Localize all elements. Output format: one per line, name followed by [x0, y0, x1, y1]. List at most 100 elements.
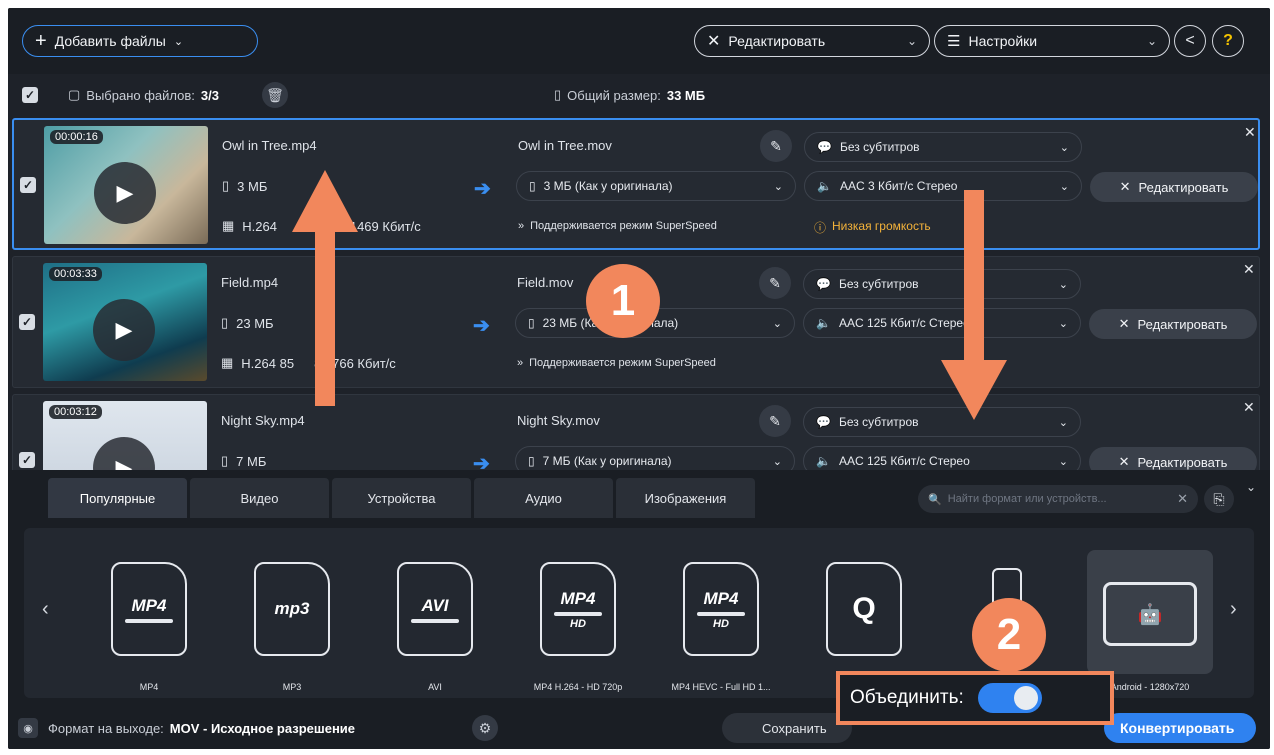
audio-value: AAC 3 Кбит/с Стерео	[839, 179, 958, 193]
add-files-button[interactable]: + Добавить файлы ⌄	[22, 25, 258, 57]
trash-icon: 🗑	[266, 86, 284, 103]
chevron-down-icon: ⌄	[773, 180, 783, 193]
hd-text: HD	[570, 617, 586, 630]
android-icon: 🤖	[1137, 603, 1163, 626]
edit-file-button[interactable]: ✕ Редактировать	[1090, 172, 1258, 202]
speaker-icon: 🔈	[816, 316, 831, 330]
output-settings-button[interactable]: ⚙	[472, 715, 498, 741]
format-mp4-hevc[interactable]: MP4 HD MP4 HEVC - Full HD 1...	[658, 550, 784, 692]
tab-video[interactable]: Видео	[190, 478, 329, 518]
total-size-value: 33 МБ	[666, 87, 706, 103]
tab-images[interactable]: Изображения	[616, 478, 755, 518]
file-icon: ▯	[529, 179, 536, 193]
video-thumbnail[interactable]: 00:03:33 ▶	[43, 263, 207, 381]
clear-icon[interactable]: ✕	[1177, 491, 1188, 507]
format-search-input[interactable]: 🔍 Найти формат или устройств... ✕	[918, 485, 1198, 513]
format-mp4-hd-720[interactable]: MP4 HD MP4 H.264 - HD 720p	[515, 550, 641, 692]
edit-dropdown[interactable]: ✕ Редактировать ⌄	[694, 25, 930, 57]
warning-icon: ⓘ	[814, 221, 827, 235]
total-size-info: ▯ Общий размер: 33 МБ	[554, 87, 705, 103]
video-thumbnail[interactable]: 00:00:16 ▶	[44, 126, 208, 244]
merge-toggle-callout: Объединить:	[836, 671, 1114, 725]
pencil-icon: ✎	[769, 412, 781, 429]
output-file-name: Night Sky.mov	[517, 413, 600, 428]
output-size-dropdown[interactable]: ▯ 3 МБ (Как у оригинала) ⌄	[516, 171, 796, 201]
audio-dropdown[interactable]: 🔈 AAC 125 Кбит/с Стерео ⌄	[803, 308, 1081, 338]
rename-button[interactable]: ✎	[759, 267, 791, 299]
chevron-down-icon: ⌄	[772, 317, 782, 330]
app-window: + Добавить файлы ⌄ ✕ Редактировать ⌄ ☰ Н…	[8, 8, 1270, 749]
format-badge-text: MP4	[560, 588, 596, 608]
format-avi[interactable]: AVI AVI	[372, 550, 498, 692]
format-mov[interactable]: Q MOV	[801, 550, 927, 692]
rename-button[interactable]: ✎	[760, 130, 792, 162]
help-button[interactable]: ?	[1212, 25, 1244, 57]
tab-popular[interactable]: Популярные	[48, 478, 187, 518]
format-tabs: Популярные Видео Устройства Аудио Изобра…	[48, 478, 755, 518]
remove-file-button[interactable]: ✕	[1243, 261, 1255, 278]
edit-file-button[interactable]: ✕ Редактировать	[1089, 309, 1257, 339]
save-to-button[interactable]: Сохранить	[722, 713, 852, 743]
annotation-badge-1: 1	[586, 264, 660, 338]
subtitles-dropdown[interactable]: 💬 Без субтитров ⌄	[804, 132, 1082, 162]
chevron-left-icon[interactable]: ‹	[42, 598, 49, 621]
convert-button[interactable]: Конвертировать	[1104, 713, 1256, 743]
chevron-down-icon: ⌄	[1058, 317, 1068, 330]
subtitles-value: Без субтитров	[838, 277, 919, 291]
bitrate-value: 0 1469 Кбит/с	[339, 218, 421, 234]
format-mp4[interactable]: MP4 MP4	[86, 550, 212, 692]
remove-file-button[interactable]: ✕	[1244, 124, 1256, 141]
speech-bubble-icon: 💬	[816, 415, 831, 429]
file-checkbox[interactable]: ✓	[20, 177, 36, 193]
merge-toggle[interactable]	[977, 683, 1042, 713]
gear-icon: ⚙	[478, 719, 492, 736]
subtitles-dropdown[interactable]: 💬 Без субтитров ⌄	[803, 407, 1081, 437]
rename-button[interactable]: ✎	[759, 405, 791, 437]
tab-devices[interactable]: Устройства	[332, 478, 471, 518]
play-button[interactable]: ▶	[93, 299, 155, 361]
collapse-panel-button[interactable]: ⌄	[1246, 480, 1256, 494]
play-button[interactable]: ▶	[94, 162, 156, 224]
file-icon: ▯	[221, 315, 229, 330]
pencil-icon: ✎	[769, 274, 781, 291]
avi-file-icon: AVI	[397, 562, 473, 656]
total-size-label: Общий размер:	[567, 87, 661, 103]
chevron-down-icon: ⌄	[1058, 278, 1068, 291]
chevron-down-icon: ⌄	[1146, 34, 1157, 48]
source-size: ▯ 23 МБ	[221, 315, 274, 331]
file-icon: ▯	[222, 178, 230, 193]
subtitles-dropdown[interactable]: 💬 Без субтитров ⌄	[803, 269, 1081, 299]
settings-label: Настройки	[968, 33, 1038, 49]
format-android[interactable]: 🤖 Android - 1280x720	[1087, 550, 1213, 692]
remove-file-button[interactable]: ✕	[1243, 399, 1255, 416]
duration-badge: 00:03:12	[49, 405, 102, 419]
output-format-label: Формат на выходе:	[48, 720, 164, 736]
select-all-checkbox[interactable]: ✓	[22, 87, 38, 103]
sliders-icon: ☰	[947, 33, 961, 50]
format-mp3[interactable]: mp3 MP3	[229, 550, 355, 692]
play-icon: ▶	[116, 180, 134, 205]
subtitles-value: Без субтитров	[838, 415, 919, 429]
audio-dropdown[interactable]: 🔈 AAC 3 Кбит/с Стерео ⌄	[804, 171, 1082, 201]
file-checkbox[interactable]: ✓	[19, 314, 35, 330]
output-format-value: MOV - Исходное разрешение	[169, 720, 356, 736]
file-row[interactable]: ✓ 00:00:16 ▶ Owl in Tree.mp4 ▯ 3 МБ ▦ H.26…	[12, 118, 1260, 250]
file-checkbox[interactable]: ✓	[19, 452, 35, 468]
chevron-right-icon[interactable]: ›	[1230, 598, 1237, 621]
top-toolbar: + Добавить файлы ⌄ ✕ Редактировать ⌄ ☰ Н…	[8, 8, 1270, 74]
codec-value: H.264	[242, 218, 277, 234]
share-icon: <	[1185, 32, 1195, 49]
quicktime-file-icon: Q	[826, 562, 902, 656]
tab-audio[interactable]: Аудио	[474, 478, 613, 518]
chevron-down-icon: ⌄	[906, 34, 917, 48]
hd-text: HD	[713, 617, 729, 630]
superspeed-info: » Поддерживается режим SuperSpeed	[518, 220, 808, 232]
settings-dropdown[interactable]: ☰ Настройки ⌄	[934, 25, 1170, 57]
speed-icon: »	[517, 357, 524, 369]
format-info-button[interactable]: ⎘	[1204, 485, 1234, 513]
speaker-icon: 🔈	[817, 179, 832, 193]
format-label: MP4 HEVC - Full HD 1...	[671, 682, 771, 692]
duration-badge: 00:03:33	[49, 267, 102, 281]
delete-button[interactable]: 🗑	[262, 82, 288, 108]
share-button[interactable]: <	[1174, 25, 1206, 57]
